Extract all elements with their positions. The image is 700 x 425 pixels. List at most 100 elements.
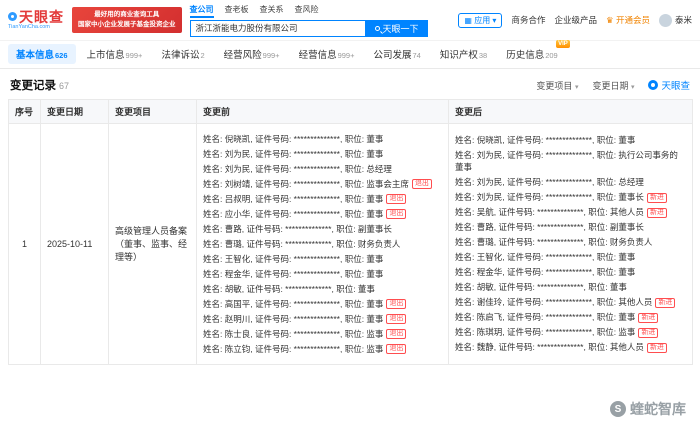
- section-title: 变更记录67: [10, 77, 69, 93]
- open-vip-link[interactable]: ♛ 开通会员: [606, 14, 650, 26]
- table-row: 1 2025-10-11 高级管理人员备案（董事、监事、经理等） 姓名: 倪晓凯…: [9, 124, 693, 365]
- link-business-cooperation[interactable]: 商务合作: [511, 14, 545, 26]
- person-entry: 姓名: 倪晓凯, 证件号码: **************, 职位: 董事: [455, 134, 686, 147]
- search-area: 查公司查老板查关系查风险 天眼一下: [190, 4, 428, 37]
- person-entry: 姓名: 倪晓凯, 证件号码: **************, 职位: 董事: [203, 133, 442, 146]
- person-entry: 姓名: 刘为民, 证件号码: **************, 职位: 总经理: [203, 163, 442, 176]
- change-record-table: 序号 变更日期 变更项目 变更前 变更后 1 2025-10-11 高级管理人员…: [8, 99, 693, 365]
- nav-tab-basic-info[interactable]: 基本信息626: [8, 44, 76, 64]
- nav-tab-company-development[interactable]: 公司发展74: [365, 44, 428, 64]
- person-entry: 姓名: 曹璐, 证件号码: **************, 职位: 财务负责人: [203, 238, 442, 251]
- filter-change-item-dropdown[interactable]: 变更项目 ▾: [536, 81, 578, 91]
- nav-tab-label: 基本信息: [16, 50, 54, 61]
- nav-tab-count: 2: [200, 51, 204, 60]
- nav-tab-label: 历史信息: [506, 50, 544, 61]
- person-entry: 姓名: 吕叔明, 证件号码: **************, 职位: 董事退出: [203, 193, 442, 206]
- status-badge: 新进: [647, 208, 667, 218]
- nav-tab-count: 999+: [126, 51, 143, 60]
- person-entry: 姓名: 魏静, 证件号码: **************, 职位: 其他人员新进: [455, 341, 686, 354]
- status-badge: 退出: [386, 299, 406, 309]
- nav-tab-intellectual-property[interactable]: 知识产权38: [432, 44, 495, 64]
- person-entry: 姓名: 陈启飞, 证件号码: **************, 职位: 董事新进: [455, 311, 686, 324]
- search-input[interactable]: [190, 20, 366, 37]
- status-badge: 新进: [638, 313, 658, 323]
- tianyancha-content-watermark: 天眼查: [648, 78, 690, 92]
- person-entry: 姓名: 曹璐, 证件号码: **************, 职位: 财务负责人: [455, 236, 686, 249]
- person-entry: 姓名: 刘为民, 证件号码: **************, 职位: 董事: [203, 148, 442, 161]
- search-icon: [375, 26, 380, 31]
- logo-title: 天眼查: [19, 10, 64, 24]
- apps-label: 应用: [474, 16, 490, 25]
- nav-tab-label: 经营风险: [224, 50, 262, 61]
- nav-tab-count: 999+: [338, 51, 355, 60]
- status-badge: 新进: [647, 193, 667, 203]
- person-entry: 姓名: 胡敏, 证件号码: **************, 职位: 董事: [203, 283, 442, 296]
- section-filters: 变更项目 ▾ 变更日期 ▾: [536, 76, 634, 94]
- nav-tab-count: 38: [479, 51, 487, 60]
- status-badge: 退出: [386, 209, 406, 219]
- top-header: 天眼查 TianYanCha.com 最好用的商业查询工具 国家中小企业发展子基…: [0, 0, 700, 40]
- col-header-after: 变更后: [449, 100, 693, 124]
- cell-change-item: 高级管理人员备案（董事、监事、经理等）: [109, 124, 197, 365]
- person-entry: 姓名: 曹路, 证件号码: **************, 职位: 副董事长: [203, 223, 442, 236]
- status-badge: 退出: [412, 179, 432, 189]
- status-badge: 退出: [386, 194, 406, 204]
- nav-tab-label: 上市信息: [87, 50, 125, 61]
- logo-subtitle: TianYanCha.com: [8, 25, 64, 31]
- nav-tab-label: 知识产权: [440, 50, 478, 61]
- cell-after: 姓名: 倪晓凯, 证件号码: **************, 职位: 董事姓名:…: [449, 124, 693, 365]
- after-person-list: 姓名: 倪晓凯, 证件号码: **************, 职位: 董事姓名:…: [455, 134, 686, 354]
- person-entry: 姓名: 胡敏, 证件号码: **************, 职位: 董事: [455, 281, 686, 294]
- search-button[interactable]: 天眼一下: [366, 20, 428, 37]
- nav-tab-listing-info[interactable]: 上市信息999+: [79, 44, 151, 64]
- nav-tab-label: 公司发展: [373, 50, 411, 61]
- col-header-before: 变更前: [197, 100, 449, 124]
- table-header-row: 序号 变更日期 变更项目 变更前 变更后: [9, 100, 693, 124]
- nav-tab-operating-info[interactable]: 经营信息999+: [291, 44, 363, 64]
- status-badge: 退出: [386, 329, 406, 339]
- cell-change-date: 2025-10-11: [41, 124, 109, 365]
- nav-tab-legal-proceedings[interactable]: 法律诉讼2: [153, 44, 212, 64]
- cell-before: 姓名: 倪晓凯, 证件号码: **************, 职位: 董事姓名:…: [197, 124, 449, 365]
- tianyancha-logo[interactable]: 天眼查 TianYanCha.com: [8, 10, 64, 31]
- chevron-down-icon: ▾: [575, 84, 579, 91]
- nav-tab-operating-risk[interactable]: 经营风险999+: [216, 44, 288, 64]
- person-entry: 姓名: 吴航, 证件号码: **************, 职位: 其他人员新进: [455, 206, 686, 219]
- person-entry: 姓名: 曹路, 证件号码: **************, 职位: 副董事长: [455, 221, 686, 234]
- col-header-index: 序号: [9, 100, 41, 124]
- username: 泰米: [675, 14, 692, 26]
- person-entry: 姓名: 应小华, 证件号码: **************, 职位: 董事退出: [203, 208, 442, 221]
- person-entry: 姓名: 王智化, 证件号码: **************, 职位: 董事: [455, 251, 686, 264]
- search-tab-boss[interactable]: 查老板: [225, 4, 249, 18]
- apps-button[interactable]: ▦ 应用 ▾: [458, 13, 502, 28]
- person-entry: 姓名: 程金华, 证件号码: **************, 职位: 董事: [455, 266, 686, 279]
- nav-tab-count: 626: [55, 51, 68, 60]
- person-entry: 姓名: 陈士良, 证件号码: **************, 职位: 监事退出: [203, 328, 442, 341]
- section-count: 67: [59, 81, 69, 91]
- col-header-change-item: 变更项目: [109, 100, 197, 124]
- filter-change-date-dropdown[interactable]: 变更日期 ▾: [592, 81, 634, 91]
- status-badge: 新进: [638, 328, 658, 338]
- person-entry: 姓名: 谢佳玲, 证件号码: **************, 职位: 其他人员新…: [455, 296, 686, 309]
- banner-line-1: 最好用的商业查询工具: [78, 10, 176, 20]
- person-entry: 姓名: 陈立钧, 证件号码: **************, 职位: 监事退出: [203, 343, 442, 356]
- banner-line-2: 国家中小企业发展子基金投资企业: [78, 20, 176, 30]
- tianyancha-mark-icon: [648, 80, 658, 90]
- promo-banner: 最好用的商业查询工具 国家中小企业发展子基金投资企业: [72, 7, 182, 34]
- search-tab-risk[interactable]: 查风险: [295, 4, 319, 18]
- person-entry: 姓名: 刘为民, 证件号码: **************, 职位: 董事长新进: [455, 191, 686, 204]
- search-tab-company[interactable]: 查公司: [190, 4, 214, 18]
- user-account[interactable]: 泰米: [659, 14, 692, 27]
- top-right-nav: ▦ 应用 ▾ 商务合作 企业级产品 ♛ 开通会员 泰米: [458, 13, 692, 28]
- nav-tab-count: 999+: [263, 51, 280, 60]
- person-entry: 姓名: 赵明川, 证件号码: **************, 职位: 董事退出: [203, 313, 442, 326]
- search-tab-relation[interactable]: 查关系: [260, 4, 284, 18]
- open-vip-label: 开通会员: [616, 15, 650, 25]
- nav-tab-history-info[interactable]: 历史信息209VIP: [498, 44, 566, 64]
- link-enterprise-products[interactable]: 企业级产品: [554, 14, 597, 26]
- status-badge: 退出: [386, 344, 406, 354]
- person-entry: 姓名: 刘为民, 证件号码: **************, 职位: 总经理: [455, 176, 686, 189]
- person-entry: 姓名: 王智化, 证件号码: **************, 职位: 董事: [203, 253, 442, 266]
- chevron-down-icon: ▾: [631, 84, 635, 91]
- person-entry: 姓名: 陈琪玥, 证件号码: **************, 职位: 监事新进: [455, 326, 686, 339]
